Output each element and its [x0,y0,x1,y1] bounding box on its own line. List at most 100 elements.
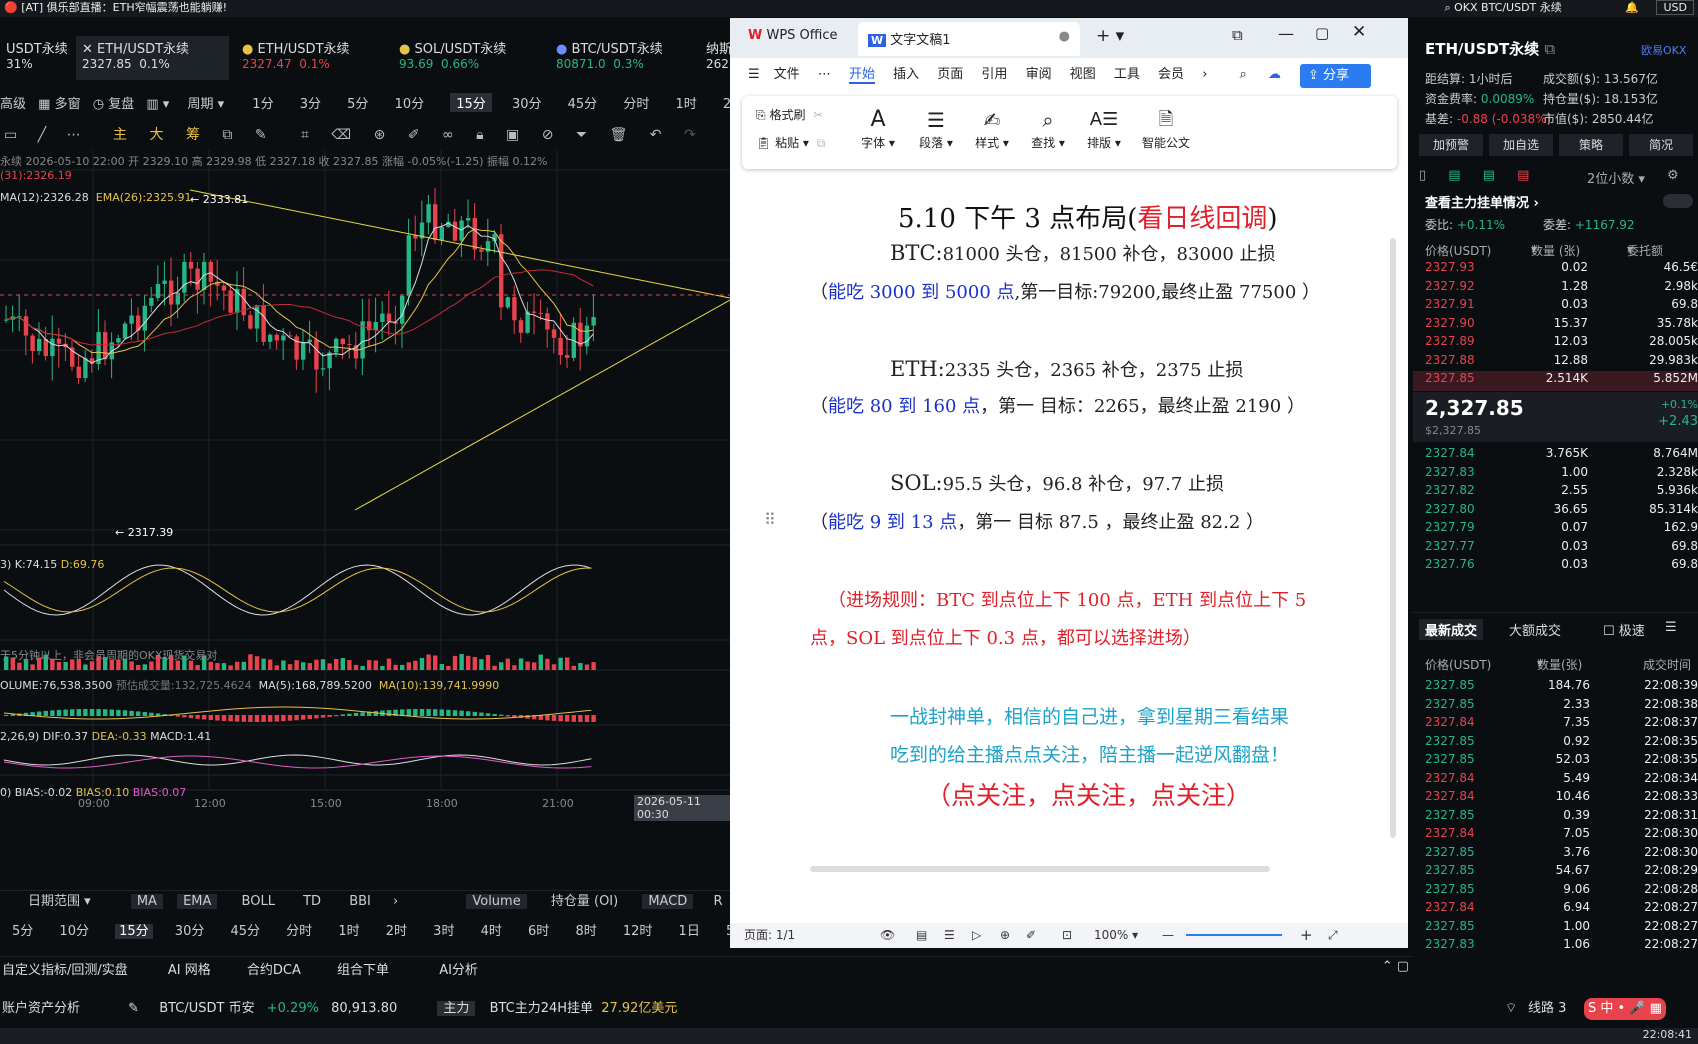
period-15m[interactable]: 15分 [450,93,492,112]
p2-1h[interactable]: 1时 [338,924,359,939]
ticker-tab-sol[interactable]: ● SOL/USDT永续 93.69 0.66% [393,36,543,80]
indicator-bbi[interactable]: BBI [349,894,371,909]
menu-scroll-icon[interactable]: › [1202,67,1207,82]
settings-icon[interactable]: ⚙ [1667,168,1679,183]
trade-row[interactable]: 2327.84 7.35 22:08:37 [1413,715,1698,735]
p2-8h[interactable]: 8时 [575,924,596,939]
indicator-ema[interactable]: EMA [177,894,218,909]
asset-analysis-link[interactable]: 账户资产分析 [2,1001,80,1016]
ask-row[interactable]: 2327.91 0.03 69.8 [1413,297,1698,317]
ask-row[interactable]: 2327.85 2.514K 5.852M [1413,371,1698,391]
close-icon[interactable]: ✕ [82,42,97,57]
search-icon[interactable]: ⌕ [1240,67,1247,82]
tool-chou[interactable]: 筹 [186,127,200,143]
p2-5m[interactable]: 5分 [12,924,33,939]
layout-button[interactable]: A☰ 排版 ▾ [1082,106,1126,151]
multi-window-button[interactable]: ▦ 多窗 [38,93,80,112]
link-icon[interactable]: ∞ [442,127,454,143]
line-select[interactable]: 线路 3 [1528,998,1566,1020]
ai-grid-button[interactable]: AI 网格 [168,963,211,978]
lock-icon[interactable]: 🔒︎ [476,127,483,143]
web-view-icon[interactable]: ⊕ [1000,923,1010,948]
edit-icon[interactable]: ✎ [128,1001,139,1016]
advanced-button[interactable]: 高级 [0,93,26,112]
p2-10m[interactable]: 10分 [59,924,89,939]
tab-latest-trades[interactable]: 最新成交 [1419,619,1484,640]
copy-icon[interactable]: ⧉ [817,136,826,150]
tab-list-icon[interactable]: ⧉ [1232,26,1243,44]
p2-1d[interactable]: 1日 [679,924,700,939]
combo-order-button[interactable]: 组合下单 [337,963,389,978]
indicator-td[interactable]: TD [303,894,321,909]
tool-da[interactable]: 大 [149,127,163,143]
menu-tools[interactable]: 工具 [1114,67,1140,82]
main-orders-toggle[interactable] [1663,194,1693,208]
zoom-out-icon[interactable]: — [1162,923,1174,948]
pen-icon[interactable]: ✐ [408,127,420,143]
menu-more-icon[interactable]: ⋯ [818,67,831,82]
menu-home[interactable]: 开始 [848,67,875,84]
paste-button[interactable]: 📋︎ 粘贴 ▾ ⧉ [756,134,825,151]
redo-icon[interactable]: ↷ [684,127,696,143]
compare-icon[interactable]: ⧉ [222,127,232,143]
global-search[interactable]: OKX BTC/USDT 永续 [1454,1,1562,14]
add-favorite-button[interactable]: 加自选 [1489,134,1553,156]
play-icon[interactable]: ▷ [972,923,981,948]
filter-icon[interactable]: ⏷ [576,127,587,143]
minimize-icon[interactable]: — [1278,24,1294,43]
indicator-r[interactable]: R [713,894,722,909]
zoom-slider[interactable] [1186,934,1282,936]
menu-icon[interactable]: ☰ [748,67,760,82]
hide-icon[interactable]: ⊘ [542,127,554,143]
indicator-ma[interactable]: MA [130,894,163,909]
decimals-select[interactable]: 2位小数 ▾ [1587,168,1645,187]
p2-4h[interactable]: 4时 [481,924,502,939]
style-button[interactable]: ✍ 样式 ▾ [970,106,1014,151]
book-both-icon[interactable]: ▤ [1448,168,1460,183]
main-orders-link[interactable]: 查看主力挂单情况 › [1425,192,1539,211]
crop-icon[interactable]: ⌗ [301,127,309,143]
p2-timeshare[interactable]: 分时 [286,924,312,939]
period-3m[interactable]: 3分 [300,93,321,112]
wps-window[interactable]: W WPS Office W 文字文稿1 ● + ▾ ⧉ — ▢ ✕ ☰ 文件 ⋯ … [730,18,1408,948]
format-painter-button[interactable]: ⎘ 格式刷 ✂ [756,106,823,123]
find-button[interactable]: ⌕ 查找 ▾ [1026,106,1070,151]
trade-row[interactable]: 2327.83 1.06 22:08:27 [1413,937,1698,957]
doc-vertical-scrollbar[interactable] [1390,238,1396,838]
ticker-tab-eth[interactable]: ● ETH/USDT永续 2327.47 0.1% [236,36,386,80]
trade-row[interactable]: 2327.84 5.49 22:08:34 [1413,771,1698,791]
kline-svg[interactable] [0,150,731,885]
ask-row[interactable]: 2327.88 12.88 29.983k [1413,353,1698,373]
date-range-button[interactable]: 日期范围 ▾ [28,894,91,909]
currency-select[interactable]: USD [1656,0,1694,15]
menu-review[interactable]: 审阅 [1026,67,1052,82]
cloud-icon[interactable]: ☁ [1268,58,1281,92]
drag-handle-icon[interactable]: ⠿ [764,510,776,529]
period-30m[interactable]: 30分 [512,93,542,112]
overview-button[interactable]: 简况 [1629,134,1693,156]
ticker-tab-eth-okx[interactable]: ✕ ETH/USDT永续 2327.85 0.1% [76,36,229,80]
document-page[interactable]: 5.10 下午 3 点布局(看日线回调) BTC:81000 头仓，81500 … [730,178,1398,913]
doc-horizontal-scrollbar[interactable] [810,866,1270,872]
indicator-volume[interactable]: Volume [466,894,527,909]
menu-reference[interactable]: 引用 [981,67,1007,82]
period-2h[interactable]: 2时 [723,93,730,112]
tcol-qty-sort[interactable]: 数量(张) ▾ [1537,656,1582,672]
bid-row[interactable]: 2327.83 1.00 2.328k [1413,465,1698,485]
more-tools-icon[interactable]: ⋯ [67,127,81,143]
ticker-tab-0[interactable]: USDT永续 31% [0,36,75,80]
kline-chart-area[interactable]: 永续 2026-05-10 22:00 开 2329.10 高 2329.98 … [0,150,731,885]
indicator-boll[interactable]: BOLL [242,894,275,909]
p2-3h[interactable]: 3时 [433,924,454,939]
period-5m[interactable]: 5分 [347,93,368,112]
close-window-icon[interactable]: ✕ [1352,22,1366,42]
bid-row[interactable]: 2327.76 0.03 69.8 [1413,557,1698,577]
ai-analysis-button[interactable]: AI分析 [439,963,478,978]
book-bids-icon[interactable]: ▤ [1483,168,1495,183]
custom-indicator-button[interactable]: 自定义指标/回测/实盘 [2,963,128,978]
eraser-icon[interactable]: ⌫ [331,127,351,143]
share-button[interactable]: ⇪ 分享 [1300,64,1372,88]
zoom-select[interactable]: 100% ▾ [1094,923,1138,948]
menu-file[interactable]: 文件 [774,67,800,82]
smart-doc-button[interactable]: 🗎︎ 智能公文 [1136,106,1196,151]
